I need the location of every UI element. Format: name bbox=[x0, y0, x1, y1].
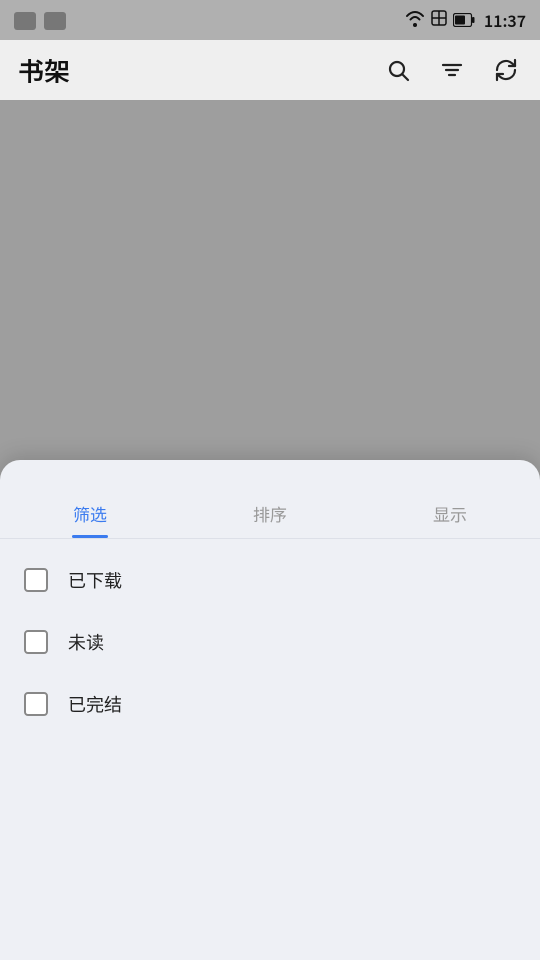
notif-icon-1 bbox=[14, 12, 36, 30]
main-content bbox=[0, 100, 540, 520]
filter-item-completed[interactable]: 已完结 bbox=[0, 673, 540, 735]
tab-filter[interactable]: 筛选 bbox=[0, 488, 180, 538]
drag-area bbox=[0, 460, 540, 488]
status-bar: 11:37 bbox=[0, 0, 540, 40]
filter-icon bbox=[440, 58, 464, 82]
signal-icon bbox=[430, 8, 448, 32]
checkbox-unread[interactable] bbox=[24, 630, 48, 654]
search-icon bbox=[386, 58, 410, 82]
notif-icon-2 bbox=[44, 12, 66, 30]
refresh-button[interactable] bbox=[490, 54, 522, 86]
notification-icons bbox=[14, 10, 66, 30]
tab-display[interactable]: 显示 bbox=[360, 488, 540, 538]
battery-icon bbox=[453, 8, 475, 32]
page-title: 书架 bbox=[18, 52, 382, 89]
app-bar: 书架 bbox=[0, 40, 540, 100]
filter-list: 已下载 未读 已完结 bbox=[0, 539, 540, 745]
tab-sort[interactable]: 排序 bbox=[180, 488, 360, 538]
status-icons: 11:37 bbox=[405, 8, 526, 32]
refresh-icon bbox=[494, 58, 518, 82]
status-time: 11:37 bbox=[484, 8, 526, 32]
checkbox-downloaded[interactable] bbox=[24, 568, 48, 592]
tab-underline-filter bbox=[72, 535, 108, 538]
search-button[interactable] bbox=[382, 54, 414, 86]
filter-button[interactable] bbox=[436, 54, 468, 86]
filter-item-unread[interactable]: 未读 bbox=[0, 611, 540, 673]
filter-label-completed: 已完结 bbox=[68, 691, 122, 717]
app-bar-icons bbox=[382, 54, 522, 86]
wifi-icon bbox=[405, 8, 425, 32]
filter-label-unread: 未读 bbox=[68, 629, 104, 655]
filter-label-downloaded: 已下载 bbox=[68, 567, 122, 593]
bottom-sheet: 筛选 排序 显示 已下载 未读 已完结 bbox=[0, 460, 540, 960]
tab-bar: 筛选 排序 显示 bbox=[0, 488, 540, 539]
checkbox-completed[interactable] bbox=[24, 692, 48, 716]
filter-item-downloaded[interactable]: 已下载 bbox=[0, 549, 540, 611]
